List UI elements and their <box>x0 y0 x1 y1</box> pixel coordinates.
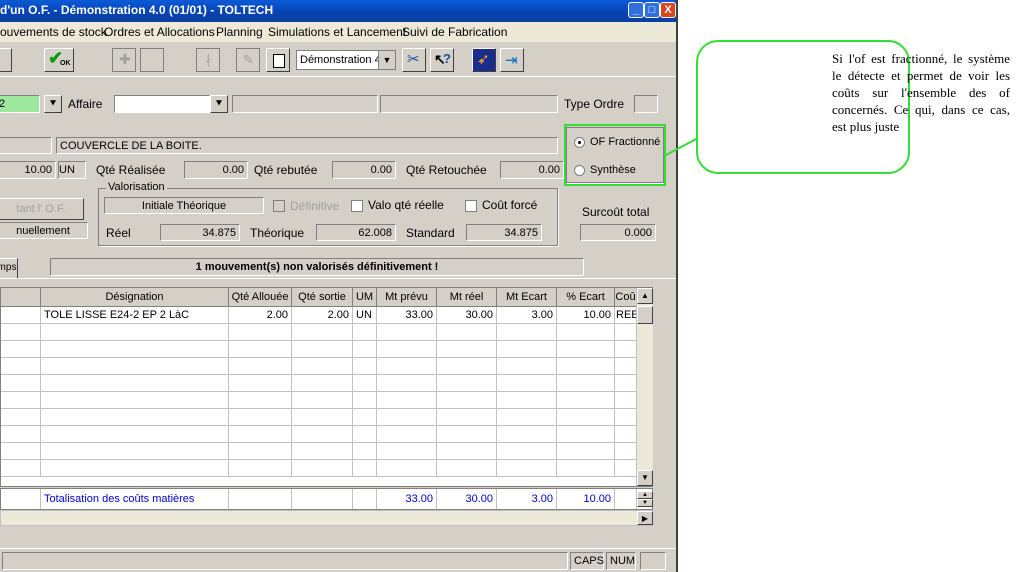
annotation-text: Si l'of est fractionné, le système le dé… <box>832 51 1010 134</box>
